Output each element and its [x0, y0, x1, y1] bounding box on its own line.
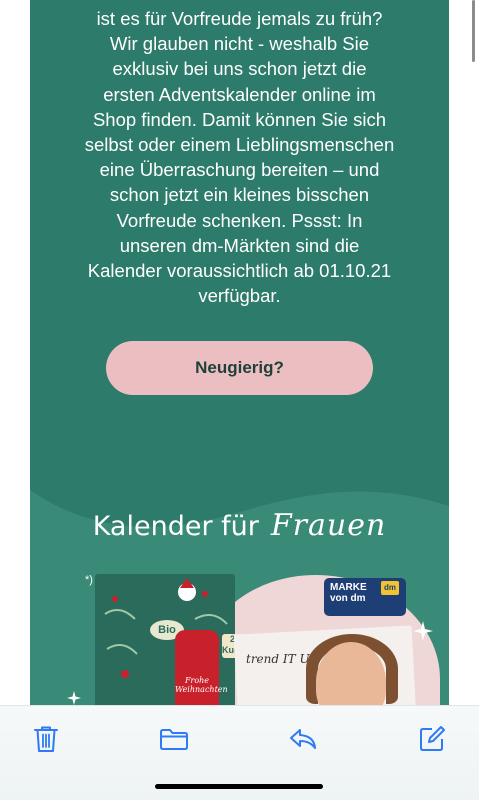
reply-button[interactable] — [283, 719, 323, 759]
asterisk-note: *) — [85, 574, 93, 586]
intro-line: selbst oder einem Lieblingsmenschen — [84, 134, 395, 156]
sock-text: Frohe Weihnachten — [175, 676, 228, 694]
intro-line: ersten Adventskalender online im — [103, 83, 376, 105]
intro-line: Vorfreude schenken. Pssst: In — [116, 209, 363, 231]
intro-line: Kalender voraussichtlich ab 01.10.21 — [87, 260, 392, 282]
intro-line: exklusiv bei uns schon jetzt die — [112, 58, 367, 80]
compose-button[interactable] — [412, 719, 452, 759]
scroll-indicator[interactable] — [472, 0, 475, 62]
compose-icon — [420, 726, 445, 751]
intro-line: ist es für Vorfreude jemals zu früh? — [96, 8, 383, 29]
intro-line: schon jetzt ein kleines bisschen — [109, 184, 370, 206]
section-title-text: Kalender für — [92, 511, 259, 542]
intro-paragraph: ist es für Vorfreude jemals zu früh? Wir… — [30, 6, 449, 308]
intro-line: verfügbar. — [198, 285, 281, 307]
folder-icon — [160, 729, 188, 750]
intro-line: unseren dm-Märkten sind die — [119, 234, 360, 256]
intro-line: Shop finden. Damit können Sie sich — [92, 108, 387, 130]
sock-graphic — [175, 630, 219, 710]
intro-line: eine Überraschung bereiten – und — [99, 159, 380, 181]
dm-logo: dm — [381, 581, 399, 595]
trash-icon — [34, 726, 58, 752]
delete-button[interactable] — [26, 719, 66, 759]
section-title: Kalender für Frauen — [30, 508, 449, 543]
reply-icon — [290, 729, 316, 749]
sparkle-star-small-icon — [67, 691, 81, 705]
move-to-folder-button[interactable] — [154, 719, 194, 759]
sparkle-star-icon — [413, 621, 433, 641]
section-title-script: Frauen — [270, 508, 387, 543]
neugierig-button[interactable]: Neugierig? — [106, 341, 373, 395]
home-indicator[interactable] — [155, 784, 323, 789]
intro-line: Wir glauben nicht - weshalb Sie — [109, 33, 370, 55]
